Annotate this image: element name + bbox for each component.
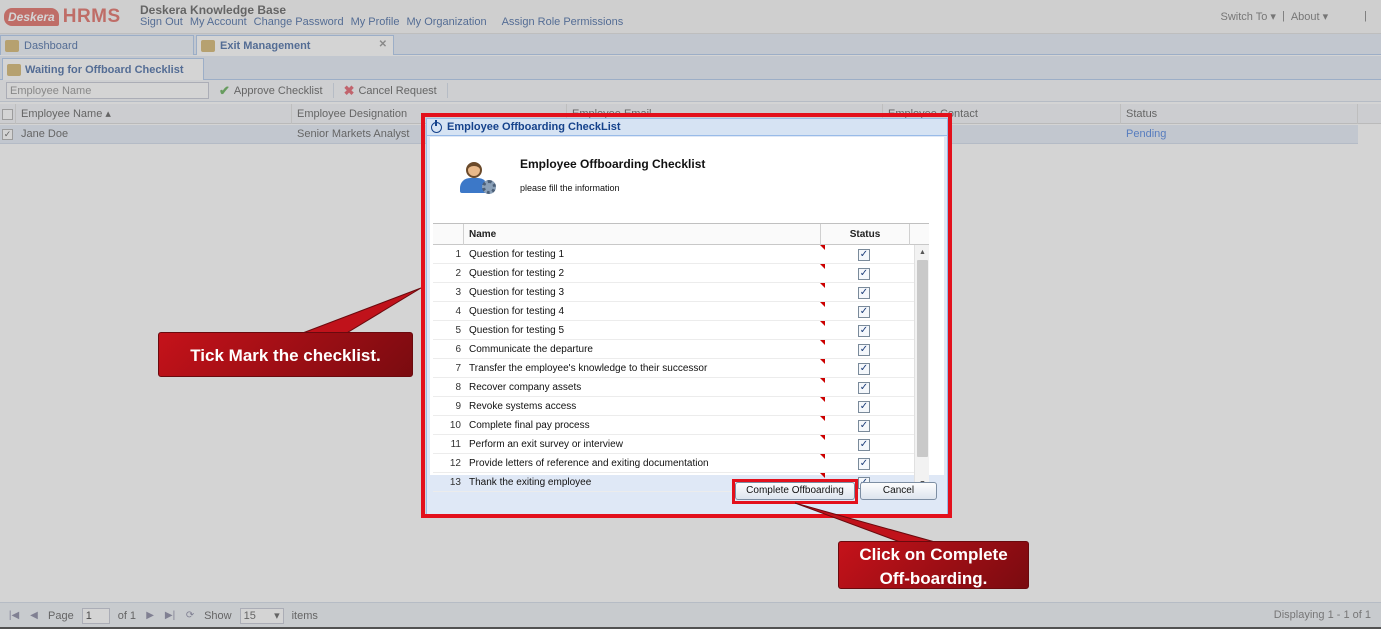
tick-checklist-callout: Tick Mark the checklist. <box>158 332 413 377</box>
dialog-highlight-box <box>421 113 952 518</box>
click-complete-callout: Click on Complete Off-boarding. <box>838 541 1029 589</box>
callout-line-2: Off-boarding. <box>879 569 988 588</box>
complete-button-highlight-box <box>732 479 858 504</box>
callout-line-1: Click on Complete <box>859 545 1008 564</box>
